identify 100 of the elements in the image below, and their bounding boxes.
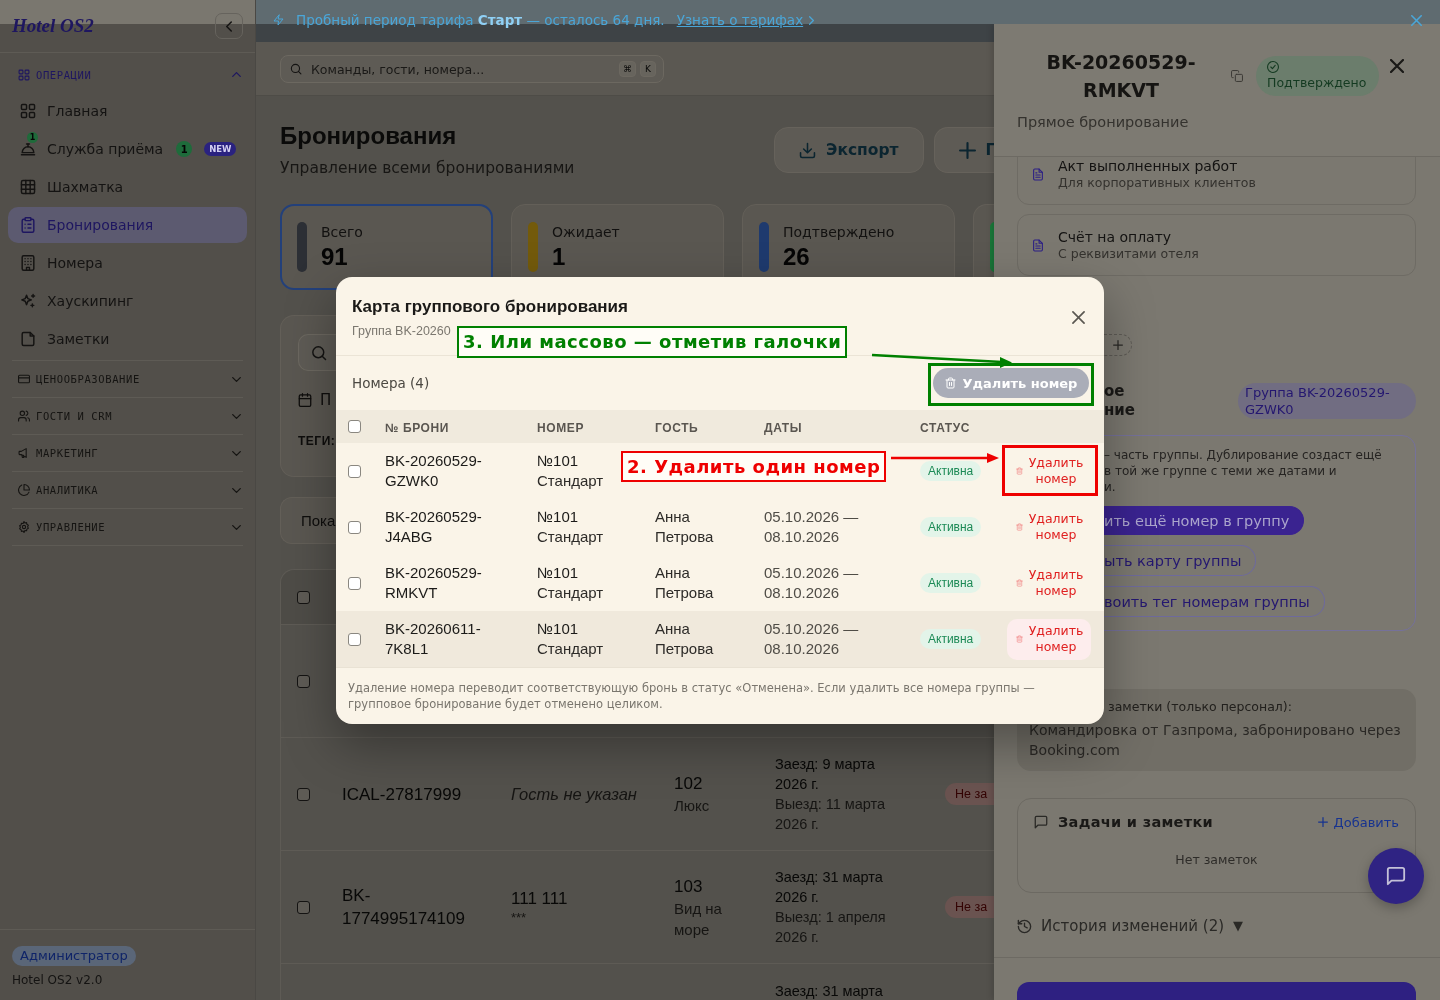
tags-label: ТЕГИ: [298, 433, 337, 449]
checkbox[interactable] [297, 787, 310, 801]
checkbox[interactable] [297, 900, 310, 914]
close-icon[interactable] [1390, 59, 1404, 73]
room-type: Стандарт [537, 527, 604, 547]
stat-value: 26 [783, 243, 811, 271]
stay-dates: 05.10.2026 — 08.10.2026 [764, 507, 860, 547]
chevron-right-icon [809, 15, 815, 25]
history-toggle[interactable]: История изменений (2) ▼ [1017, 916, 1244, 936]
callout-label: 3. Или массово — отметив галочки [457, 326, 848, 358]
group-info-text: в той же группе с теми же датами и [1104, 463, 1338, 479]
group-action-button[interactable]: воить тег номерам группы [1104, 586, 1325, 617]
nav-item[interactable]: Шахматка [8, 169, 247, 205]
stat-label: Ожидает [552, 223, 620, 241]
status-badge: Активна [920, 629, 982, 649]
status-badge: Активна [920, 517, 982, 537]
message-icon [1386, 866, 1406, 886]
nav-item[interactable]: Хаускипинг [8, 283, 247, 319]
collapse-button[interactable] [215, 13, 243, 39]
column-header: ДАТЫ [764, 420, 803, 435]
tariffs-link[interactable]: Узнать о тарифах [676, 12, 815, 28]
add-note-link[interactable]: Добавить [1317, 814, 1399, 830]
checkbox[interactable] [348, 464, 361, 478]
booking-id: BK-20260611-7K8L1 [385, 619, 482, 659]
count-badge: 1 [176, 141, 193, 157]
nav-item[interactable]: Бронирования [8, 207, 247, 243]
checkbox[interactable] [297, 590, 310, 604]
plus-icon [958, 141, 976, 159]
document-subtitle: Для корпоративных клиентов [1058, 175, 1256, 191]
document-title: Счёт на оплату [1058, 228, 1173, 246]
nav-item[interactable]: Главная [8, 93, 247, 129]
delete-room-button[interactable]: Удалить номер [1007, 618, 1091, 660]
booking-id: BK-20260529-RMKVT [385, 563, 483, 603]
delete-room-button[interactable]: Удалить номер [1007, 506, 1091, 548]
document-card[interactable]: Счёт на оплату С реквизитами отеля [1017, 214, 1416, 276]
section-header[interactable]: ОПЕРАЦИИ [12, 56, 243, 93]
room-number: 102 [674, 773, 703, 795]
booking-id: ICAL-27817999 [342, 783, 462, 806]
room-number: №101 [537, 451, 579, 471]
stay-dates: 05.10.2026 — 08.10.2026 [764, 563, 860, 603]
stat-value: 91 [321, 243, 349, 271]
megaphone-icon [18, 447, 30, 459]
section-header[interactable]: ГОСТИ И CRM [12, 398, 243, 434]
checkbox[interactable] [348, 520, 361, 534]
banner-text: Пробный период тарифа Старт — осталось 64 дня. [296, 12, 665, 28]
chat-button[interactable] [1368, 848, 1424, 904]
document-card[interactable]: Акт выполненных работ Для корпоративных клиентов [1017, 157, 1416, 205]
plus-icon [1112, 340, 1123, 350]
section-header[interactable]: МАРКЕТИНГ [12, 435, 243, 471]
group-action-button[interactable]: ить ещё номер в группу [1104, 506, 1305, 535]
nav-item[interactable]: Номера [8, 245, 247, 281]
export-button[interactable]: Экспорт [774, 127, 924, 173]
results-text: Пока [301, 512, 336, 529]
check-circle-icon [1267, 61, 1279, 73]
nav-item[interactable]: Заметки [8, 321, 247, 357]
checkbox[interactable] [348, 420, 361, 433]
booking-id: BK-20260529-J4ABG [385, 507, 483, 547]
guest-note: *** [511, 910, 527, 926]
users-icon [18, 410, 30, 422]
date-filter-button[interactable]: П [298, 390, 332, 410]
lightning-icon [273, 13, 284, 27]
page-subtitle: Управление всеми бронированиями [280, 158, 576, 179]
check-in-date: Заезд: 31 марта [775, 982, 883, 1000]
chevron-down-icon [232, 450, 241, 456]
bell-icon [20, 141, 36, 157]
check-out-date: Выезд: 1 апреля 2026 г. [775, 908, 887, 947]
status-text: Подтверждено [1267, 75, 1367, 91]
message-icon [1034, 815, 1048, 829]
checkbox[interactable] [348, 576, 361, 590]
checkbox[interactable] [297, 674, 310, 688]
shortcut-key: ⌘ [619, 61, 636, 77]
checkbox[interactable] [348, 632, 361, 646]
section-header[interactable]: ЦЕНООБРАЗОВАНИЕ [12, 361, 243, 397]
copy-icon[interactable] [1231, 70, 1243, 82]
plus-icon [1317, 817, 1328, 827]
room-number: №101 [537, 507, 579, 527]
notes-text: Командировка от Газпрома, забронировано через Booking.com [1029, 721, 1402, 760]
stat-value: 1 [552, 243, 567, 271]
delete-room-button[interactable]: Удалить номер [1007, 562, 1091, 604]
section-header[interactable]: УПРАВЛЕНИЕ [12, 509, 243, 545]
section-header[interactable]: АНАЛИТИКА [12, 472, 243, 508]
stat-label: Всего [321, 223, 363, 241]
check-in-date: Заезд: 9 марта 2026 г. [775, 755, 876, 794]
logo: Hotel OS2 [12, 15, 94, 37]
search-icon [311, 344, 327, 361]
stay-dates: 05.10.2026 — 08.10.2026 [764, 619, 860, 659]
group-info-text: и. [1104, 479, 1117, 495]
status-badge: Не за [945, 896, 994, 918]
chevron-down-icon [232, 376, 241, 382]
stat-card[interactable]: Всего 91 [280, 204, 493, 290]
room-number: №101 [537, 563, 579, 583]
booking-title: BK-20260529-RMKVT [1045, 50, 1197, 103]
tasks-title: Задачи и заметки [1058, 814, 1214, 830]
status-badge: Активна [920, 573, 982, 593]
column-header: НОМЕР [537, 420, 584, 435]
modal-footnote: Удаление номера переводит соответствующую бронь в статус «Отменена». Если удалить все номера группы — групповое бронирование будет отменено целиком. [336, 667, 1104, 724]
close-icon[interactable] [1072, 311, 1085, 324]
room-type: Стандарт [537, 471, 604, 491]
delete-room-button[interactable]: Удалить номер [1007, 450, 1091, 492]
nav-item[interactable]: 1 Служба приёма 1 NEW [8, 131, 247, 167]
